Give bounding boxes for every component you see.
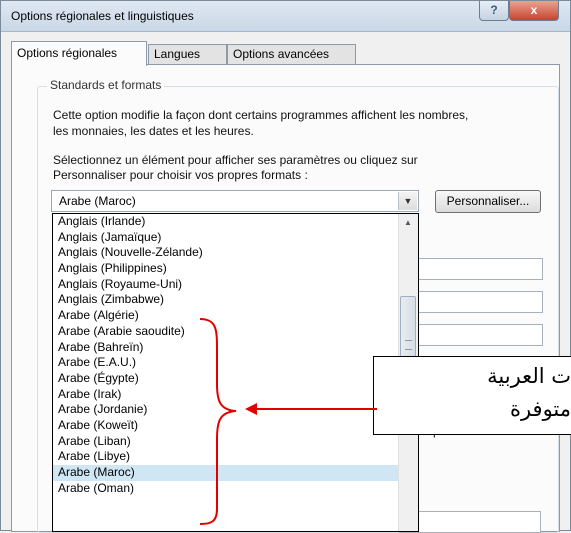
help-button[interactable]: ? bbox=[479, 1, 509, 21]
description-line-4: Personnaliser pour choisir vos propres f… bbox=[53, 168, 308, 182]
list-item[interactable]: Arabe (Libye) bbox=[53, 449, 398, 465]
list-item[interactable]: Arabe (Algérie) bbox=[53, 308, 398, 324]
tab-regional-options[interactable]: Options régionales bbox=[11, 41, 147, 66]
close-button[interactable]: x bbox=[509, 1, 559, 21]
title-bar[interactable]: Options régionales et linguistiques ? x bbox=[1, 1, 570, 32]
list-item[interactable]: Arabe (Égypte) bbox=[53, 371, 398, 387]
list-item[interactable]: Anglais (Nouvelle-Zélande) bbox=[53, 245, 398, 261]
tab-languages[interactable]: Langues bbox=[148, 44, 227, 64]
location-select-partial bbox=[399, 511, 541, 533]
list-item[interactable]: Arabe (Arabie saoudite) bbox=[53, 324, 398, 340]
sample-number-field bbox=[399, 258, 543, 280]
sample-time-field bbox=[399, 324, 543, 346]
list-item[interactable]: Anglais (Jamaïque) bbox=[53, 230, 398, 246]
list-item-selected[interactable]: Arabe (Maroc) bbox=[53, 465, 398, 481]
format-select[interactable]: Arabe (Maroc) ▼ bbox=[51, 190, 419, 212]
customize-button[interactable]: Personnaliser... bbox=[435, 190, 541, 213]
list-item[interactable]: Arabe (Jordanie) bbox=[53, 402, 398, 418]
annotation-line-2: متوفرة bbox=[509, 397, 571, 421]
tab-advanced-options[interactable]: Options avancées bbox=[227, 44, 356, 64]
list-item[interactable]: Arabe (E.A.U.) bbox=[53, 355, 398, 371]
list-item[interactable]: Anglais (Royaume-Uni) bbox=[53, 277, 398, 293]
list-item[interactable]: Arabe (Bahreïn) bbox=[53, 340, 398, 356]
arabic-annotation-box: ت العربية متوفرة bbox=[373, 356, 571, 435]
list-item[interactable]: Anglais (Zimbabwe) bbox=[53, 292, 398, 308]
list-item[interactable]: Anglais (Irlande) bbox=[53, 214, 398, 230]
sample-currency-field bbox=[399, 291, 543, 313]
list-item[interactable]: Arabe (Irak) bbox=[53, 387, 398, 403]
annotation-line-1: ت العربية bbox=[487, 364, 571, 388]
list-item[interactable]: Arabe (Koweït) bbox=[53, 418, 398, 434]
list-item[interactable]: Arabe (Liban) bbox=[53, 434, 398, 450]
dropdown-items: Anglais (Irlande) Anglais (Jamaïque) Ang… bbox=[53, 214, 398, 496]
group-title: Standards et formats bbox=[47, 78, 165, 92]
format-dropdown-list[interactable]: Anglais (Irlande) Anglais (Jamaïque) Ang… bbox=[52, 213, 419, 532]
grip-icon bbox=[405, 340, 412, 350]
list-item[interactable]: Arabe (Oman) bbox=[53, 481, 398, 497]
description-line-2: les monnaies, les dates et les heures. bbox=[53, 124, 254, 138]
list-item[interactable]: Anglais (Philippines) bbox=[53, 261, 398, 277]
dialog-window: Options régionales et linguistiques ? x … bbox=[0, 0, 571, 533]
chevron-up-icon[interactable]: ▲ bbox=[399, 214, 417, 232]
chevron-down-icon[interactable]: ▼ bbox=[398, 192, 417, 210]
format-select-value: Arabe (Maroc) bbox=[59, 194, 136, 208]
description-line-3: Sélectionnez un élément pour afficher se… bbox=[53, 153, 418, 167]
description-line-1: Cette option modifie la façon dont certa… bbox=[53, 108, 469, 122]
window-title: Options régionales et linguistiques bbox=[11, 9, 194, 23]
